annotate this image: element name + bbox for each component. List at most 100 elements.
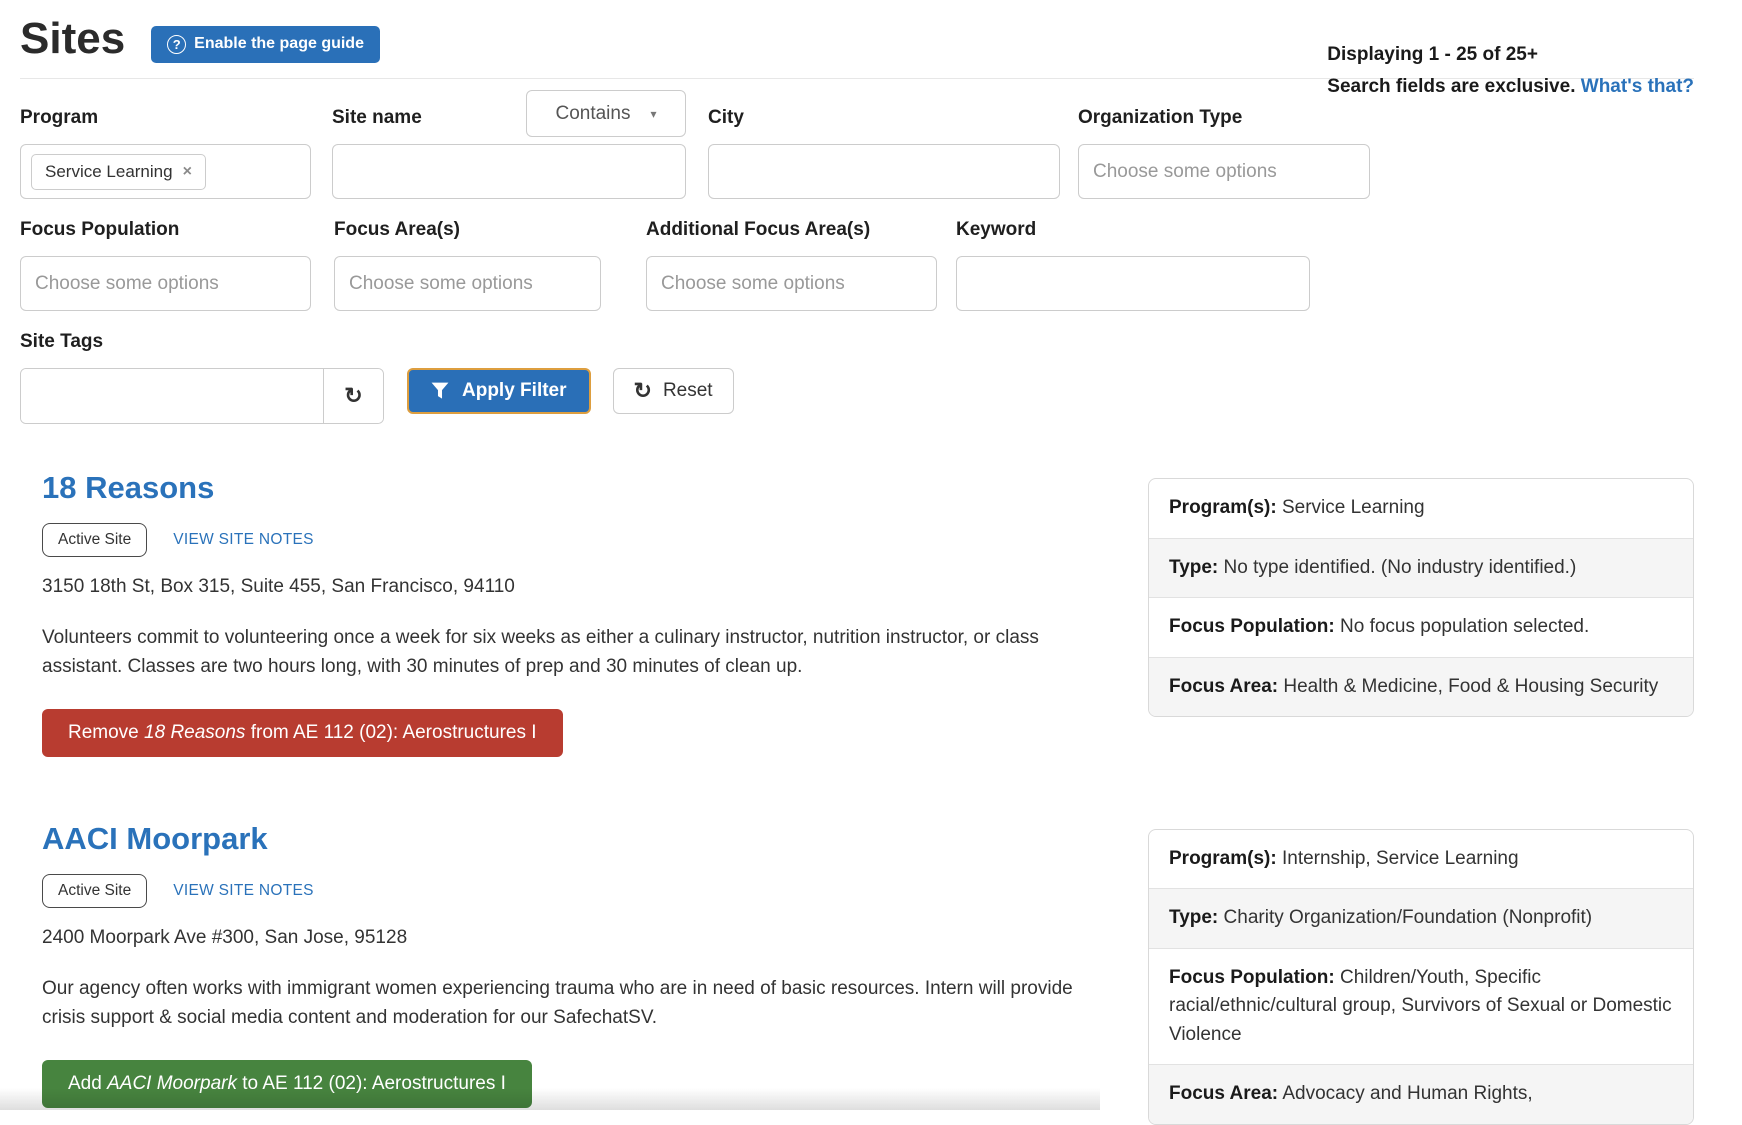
site-description: Our agency often works with immigrant wo… [42,974,1086,1033]
action-prefix: Add [68,1073,107,1094]
site-details-panel: Program(s): Service Learning Type: No ty… [1148,478,1694,717]
detail-label: Type: [1169,907,1218,928]
sites-page: Sites ? Enable the page guide Displaying… [0,0,1742,1110]
additional-focus-areas-placeholder: Choose some options [661,273,845,295]
focus-areas-label: Focus Area(s) [334,219,601,241]
site-name-match-select[interactable]: Contains ▾ [526,90,686,137]
detail-value: Internship, Service Learning [1282,848,1519,869]
additional-focus-areas-multiselect[interactable]: Choose some options [646,256,937,311]
detail-row-focus-population: Focus Population: Children/Youth, Specif… [1149,948,1693,1065]
reset-button[interactable]: ↻ Reset [613,368,734,414]
action-suffix: to AE 112 (02): Aerostructures I [237,1073,506,1094]
filter-group-focus-areas: Focus Area(s) Choose some options [334,219,601,311]
detail-label: Focus Area: [1169,676,1278,697]
caret-down-icon: ▾ [650,107,656,121]
action-site-name: AACI Moorpark [107,1073,237,1094]
apply-filter-label: Apply Filter [462,380,567,402]
view-site-notes-link[interactable]: VIEW SITE NOTES [173,882,314,900]
filter-group-focus-population: Focus Population Choose some options [20,219,311,311]
view-site-notes-link[interactable]: VIEW SITE NOTES [173,531,314,549]
detail-row-focus-area: Focus Area: Advocacy and Human Rights, [1149,1064,1693,1124]
detail-label: Program(s): [1169,848,1277,869]
site-address: 3150 18th St, Box 315, Suite 455, San Fr… [42,576,1086,598]
site-row-aaci-moorpark: AACI Moorpark Active Site VIEW SITE NOTE… [42,821,1694,1125]
site-tags-input-group: ↻ [20,368,384,424]
filter-group-city: City [708,107,1060,199]
organization-type-label: Organization Type [1078,107,1370,129]
action-prefix: Remove [68,722,144,743]
action-site-name: 18 Reasons [144,722,245,743]
site-tags-refresh-button[interactable]: ↻ [323,369,383,423]
site-tags-label: Site Tags [20,331,1694,353]
detail-value: Health & Medicine, Food & Housing Securi… [1283,676,1658,697]
detail-label: Type: [1169,557,1218,578]
detail-value: No focus population selected. [1340,616,1589,637]
site-description: Volunteers commit to volunteering once a… [42,623,1086,682]
focus-population-multiselect[interactable]: Choose some options [20,256,311,311]
detail-row-programs: Program(s): Service Learning [1149,479,1693,538]
search-exclusive-note: Search fields are exclusive. What's that… [1327,76,1694,98]
city-input[interactable] [708,144,1060,199]
organization-type-multiselect[interactable]: Choose some options [1078,144,1370,199]
focus-areas-multiselect[interactable]: Choose some options [334,256,601,311]
keyword-label: Keyword [956,219,1310,241]
detail-row-focus-population: Focus Population: No focus population se… [1149,597,1693,657]
results-info: Displaying 1 - 25 of 25+ Search fields a… [1327,44,1694,98]
filter-form: Program Service Learning × Site name Con… [20,79,1694,424]
status-badge: Active Site [42,523,147,557]
detail-value: Charity Organization/Foundation (Nonprof… [1224,907,1593,928]
remove-site-button[interactable]: Remove 18 Reasons from AE 112 (02): Aero… [42,709,563,757]
detail-label: Focus Population: [1169,967,1335,988]
focus-population-label: Focus Population [20,219,311,241]
detail-value: Advocacy and Human Rights, [1282,1083,1532,1104]
filter-funnel-icon [431,382,449,400]
filter-group-site-tags: Site Tags ↻ Apply Filter ↻ Reset [20,331,1694,424]
match-select-value: Contains [555,103,630,125]
site-address: 2400 Moorpark Ave #300, San Jose, 95128 [42,927,1086,949]
site-row-18-reasons: 18 Reasons Active Site VIEW SITE NOTES 3… [42,470,1694,757]
detail-label: Focus Population: [1169,616,1335,637]
add-site-button[interactable]: Add AACI Moorpark to AE 112 (02): Aerost… [42,1060,532,1108]
action-suffix: from AE 112 (02): Aerostructures I [245,722,536,743]
reset-refresh-icon: ↻ [634,380,652,402]
apply-filter-button[interactable]: Apply Filter [407,368,591,414]
filter-group-site-name: Site name Contains ▾ [332,107,686,199]
filter-group-keyword: Keyword [956,219,1310,311]
page-title: Sites [20,17,125,61]
keyword-input[interactable] [956,256,1310,311]
program-multiselect[interactable]: Service Learning × [20,144,311,199]
filter-group-organization-type: Organization Type Choose some options [1078,107,1370,199]
detail-row-focus-area: Focus Area: Health & Medicine, Food & Ho… [1149,657,1693,717]
detail-row-type: Type: No type identified. (No industry i… [1149,538,1693,598]
enable-page-guide-button[interactable]: ? Enable the page guide [151,26,380,63]
question-circle-icon: ? [167,35,186,54]
filter-group-additional-focus-areas: Additional Focus Area(s) Choose some opt… [646,219,937,311]
city-label: City [708,107,1060,129]
reset-label: Reset [663,380,713,402]
site-name-link[interactable]: AACI Moorpark [42,821,268,856]
detail-row-type: Type: Charity Organization/Foundation (N… [1149,888,1693,948]
program-selected-tag[interactable]: Service Learning × [31,154,206,190]
site-tags-input[interactable] [21,369,323,423]
site-name-input[interactable] [332,144,686,199]
refresh-icon: ↻ [344,385,362,407]
program-label: Program [20,107,311,129]
program-tag-label: Service Learning [45,162,173,182]
site-results-list: 18 Reasons Active Site VIEW SITE NOTES 3… [20,470,1694,1125]
whats-that-link[interactable]: What's that? [1581,76,1694,97]
site-main-content: AACI Moorpark Active Site VIEW SITE NOTE… [42,821,1086,1108]
enable-page-guide-label: Enable the page guide [194,35,364,53]
focus-population-placeholder: Choose some options [35,273,219,295]
remove-tag-icon[interactable]: × [183,163,192,181]
detail-value: Service Learning [1282,497,1425,518]
site-name-link[interactable]: 18 Reasons [42,470,214,505]
detail-row-programs: Program(s): Internship, Service Learning [1149,830,1693,889]
status-badge: Active Site [42,874,147,908]
additional-focus-areas-label: Additional Focus Area(s) [646,219,937,241]
detail-label: Program(s): [1169,497,1277,518]
filter-group-program: Program Service Learning × [20,107,311,199]
exclusive-note-text: Search fields are exclusive. [1327,76,1581,97]
organization-type-placeholder: Choose some options [1093,161,1277,183]
detail-value: No type identified. (No industry identif… [1224,557,1577,578]
site-main-content: 18 Reasons Active Site VIEW SITE NOTES 3… [42,470,1086,757]
